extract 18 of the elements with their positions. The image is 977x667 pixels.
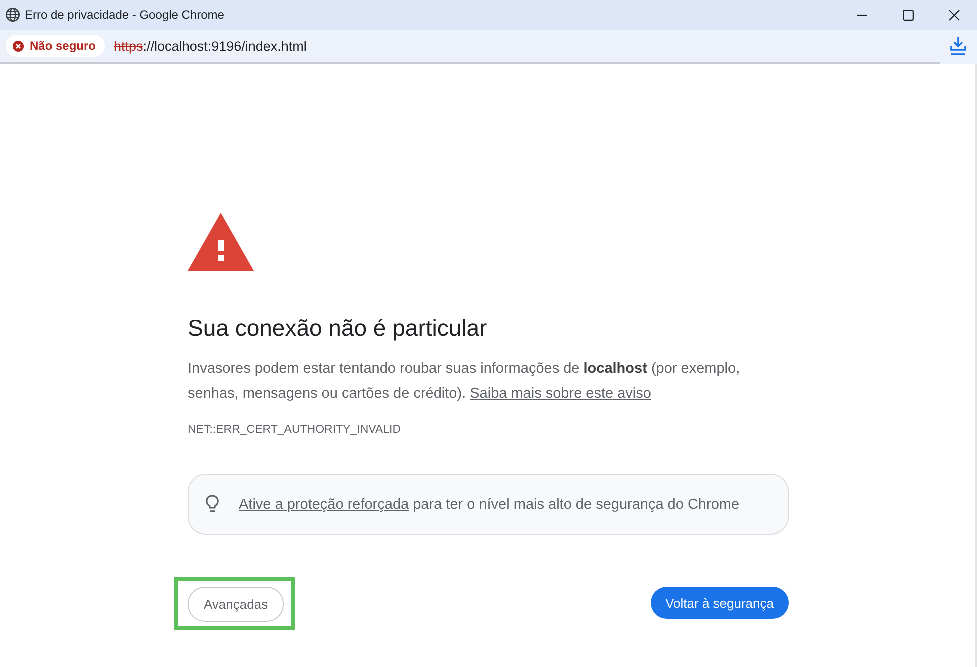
warning-message: Invasores podem estar tentando roubar suas informações de localhost (por exemplo, senhas, mensagens ou cartões de crédito). Saiba mais sobre este aviso xyxy=(188,360,742,404)
window-title: Erro de privacidade - Google Chrome xyxy=(25,8,226,22)
lightbulb-icon xyxy=(206,494,219,514)
error-icon xyxy=(13,40,24,52)
back-to-safety-button[interactable]: Voltar à segurança xyxy=(650,587,789,619)
enhanced-protection-link[interactable]: Ative a proteção reforçada xyxy=(239,496,410,512)
page-heading: Sua conexão não é particular xyxy=(188,314,488,342)
warning-icon xyxy=(188,213,254,271)
advanced-button[interactable]: Avançadas xyxy=(188,587,284,622)
close-icon[interactable] xyxy=(948,10,960,20)
error-code: NET::ERR_CERT_AUTHORITY_INVALID xyxy=(188,423,402,437)
globe-icon xyxy=(6,8,20,22)
maximize-icon[interactable] xyxy=(902,10,914,20)
tip-text: Ative a proteção reforçada para ter o nível mais alto de segurança do Chrome xyxy=(239,496,740,512)
learn-more-link[interactable]: Saiba mais sobre este aviso xyxy=(470,386,652,402)
not-secure-chip[interactable]: Não seguro xyxy=(6,35,106,57)
download-icon[interactable] xyxy=(950,36,967,56)
url-text[interactable]: https://localhost:9196/index.html xyxy=(114,38,950,54)
